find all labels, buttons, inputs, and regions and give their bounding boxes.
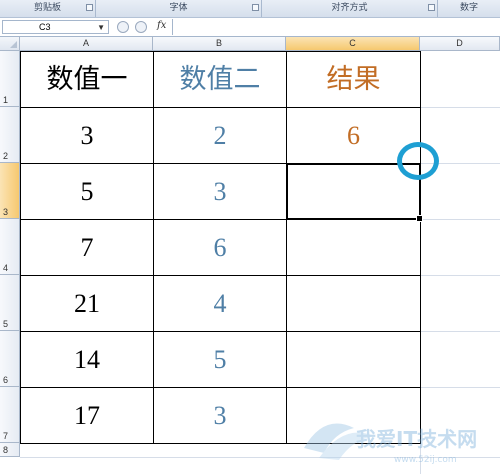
- cell-value: 3: [213, 401, 227, 430]
- column-header-a-label: A: [82, 38, 89, 48]
- gridline: [420, 107, 500, 108]
- cell-a5[interactable]: 21: [21, 276, 153, 331]
- header-value-3: 结果: [326, 64, 381, 94]
- cell-b3[interactable]: 3: [154, 164, 286, 219]
- formula-input[interactable]: [172, 19, 500, 35]
- cell-value: 4: [213, 289, 227, 318]
- cell-c4[interactable]: [287, 220, 420, 275]
- cell-value: 3: [80, 121, 94, 150]
- insert-function-icon[interactable]: fx: [157, 20, 166, 31]
- row-header-3[interactable]: 3: [0, 163, 20, 219]
- row-header-2[interactable]: 2: [0, 107, 20, 163]
- formula-cancel-icon[interactable]: [117, 21, 129, 33]
- gridline: [420, 219, 500, 220]
- gridline: [420, 331, 500, 332]
- cell-b6[interactable]: 5: [154, 332, 286, 387]
- cell-a7[interactable]: 17: [21, 388, 153, 443]
- watermark-url: www.52ij.com: [394, 455, 457, 465]
- ribbon-group-font: 字体: [96, 0, 262, 17]
- column-header-c[interactable]: C: [286, 37, 420, 51]
- formula-bar: C3 ▼ fx: [0, 18, 500, 37]
- gridline: [420, 275, 500, 276]
- cell-value: 6: [347, 121, 360, 150]
- number-group-label: 数字: [459, 2, 478, 12]
- cell-b7[interactable]: 3: [154, 388, 286, 443]
- name-box-dropdown-icon[interactable]: ▼: [97, 22, 105, 34]
- row-header-6-label: 6: [3, 375, 9, 385]
- ribbon-group-alignment: 对齐方式: [262, 0, 438, 17]
- ribbon-group-number: 数字: [438, 0, 500, 17]
- row-header-3-label: 3: [3, 207, 9, 217]
- cell-b1[interactable]: 数值二: [154, 52, 286, 107]
- name-box-value: C3: [39, 22, 51, 32]
- cell-value: 2: [213, 121, 227, 150]
- cell-value: 7: [80, 233, 94, 262]
- fill-handle[interactable]: [416, 215, 423, 222]
- table-border: [420, 51, 421, 443]
- highlight-circle: [397, 142, 439, 180]
- row-header-6[interactable]: 6: [0, 331, 20, 387]
- alignment-launcher-icon[interactable]: [428, 4, 435, 11]
- cell-c5[interactable]: [287, 276, 420, 331]
- column-header-b[interactable]: B: [153, 37, 286, 51]
- cell-b2[interactable]: 2: [154, 108, 286, 163]
- cell-value: 3: [213, 177, 227, 206]
- row-header-7-label: 7: [3, 431, 9, 441]
- ribbon-group-clipboard: 剪贴板: [0, 0, 96, 17]
- column-header-c-label: C: [349, 38, 356, 48]
- row-header-5-label: 5: [3, 319, 9, 329]
- row-header-5[interactable]: 5: [0, 275, 20, 331]
- cell-c1[interactable]: 结果: [287, 52, 420, 107]
- name-box[interactable]: C3 ▼: [2, 20, 109, 34]
- select-all-icon: [10, 41, 17, 48]
- cell-value: 6: [213, 233, 227, 262]
- font-group-label: 字体: [169, 2, 188, 12]
- ribbon: 剪贴板 字体 对齐方式 数字: [0, 0, 500, 18]
- row-header-4-label: 4: [3, 263, 9, 273]
- row-header-2-label: 2: [3, 151, 9, 161]
- column-header-d-label: D: [456, 38, 463, 48]
- cell-c6[interactable]: [287, 332, 420, 387]
- cell-value: 5: [80, 177, 94, 206]
- clipboard-launcher-icon[interactable]: [86, 4, 93, 11]
- gridline: [420, 387, 500, 388]
- column-header-b-label: B: [215, 38, 222, 48]
- row-header-1[interactable]: 1: [0, 51, 20, 107]
- watermark-text: 我爱IT技术网: [356, 427, 477, 451]
- clipboard-group-label: 剪贴板: [33, 2, 61, 12]
- cell-b4[interactable]: 6: [154, 220, 286, 275]
- header-value-1: 数值一: [46, 64, 128, 94]
- cell-value: 17: [74, 401, 100, 430]
- formula-enter-icon[interactable]: [135, 21, 147, 33]
- cell-a4[interactable]: 7: [21, 220, 153, 275]
- row-header-4[interactable]: 4: [0, 219, 20, 275]
- cell-b5[interactable]: 4: [154, 276, 286, 331]
- cell-a6[interactable]: 14: [21, 332, 153, 387]
- cell-a2[interactable]: 3: [21, 108, 153, 163]
- cell-value: 5: [213, 345, 227, 374]
- font-launcher-icon[interactable]: [252, 4, 259, 11]
- column-header-d[interactable]: D: [420, 37, 500, 51]
- column-header-a[interactable]: A: [20, 37, 153, 51]
- row-header-7[interactable]: 7: [0, 387, 20, 443]
- alignment-group-label: 对齐方式: [331, 2, 368, 12]
- select-all-corner[interactable]: [0, 37, 20, 51]
- header-value-2: 数值二: [179, 64, 261, 94]
- row-header-8[interactable]: 8: [0, 443, 20, 457]
- cell-a1[interactable]: 数值一: [21, 52, 153, 107]
- watermark-logo: 我爱IT技术网 www.52ij.com: [304, 423, 477, 465]
- cell-value: 21: [74, 289, 100, 318]
- row-header-8-label: 8: [3, 445, 9, 455]
- row-header-1-label: 1: [3, 95, 9, 105]
- cell-value: 14: [74, 345, 100, 374]
- cell-a3[interactable]: 5: [21, 164, 153, 219]
